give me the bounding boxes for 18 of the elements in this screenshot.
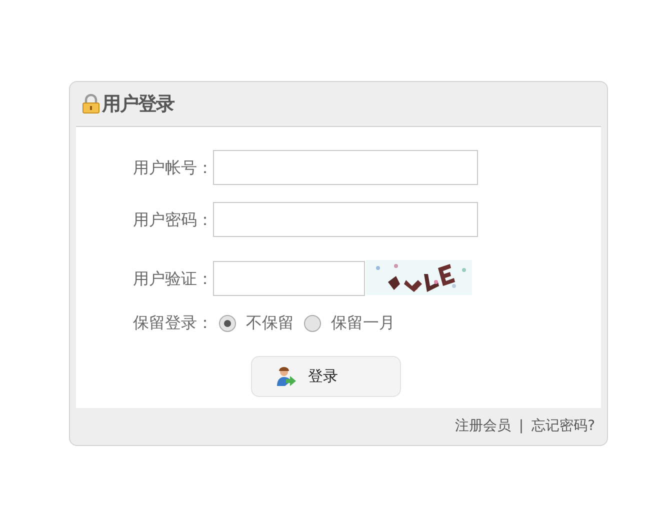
radio-label: 不保留 xyxy=(246,312,294,334)
user-arrow-icon xyxy=(276,366,296,386)
field-label: 用户密码： xyxy=(132,208,213,230)
text-input[interactable] xyxy=(213,202,478,237)
padlock-icon xyxy=(82,94,100,114)
field-label: 用户帐号： xyxy=(132,156,213,178)
captcha-input[interactable] xyxy=(213,261,365,296)
radio-button[interactable] xyxy=(304,314,321,332)
footer-link[interactable]: 注册会员 xyxy=(454,416,511,437)
radio-label: 保留一月 xyxy=(331,312,395,334)
panel-title: 用户登录 xyxy=(102,92,174,117)
footer-link[interactable]: 忘记密码? xyxy=(532,416,595,437)
field-label: 用户验证： xyxy=(132,268,213,290)
remember-label: 保留登录： xyxy=(132,312,213,334)
radio-button[interactable] xyxy=(219,314,236,332)
separator: | xyxy=(518,417,524,436)
text-input[interactable] xyxy=(213,150,478,185)
login-button[interactable]: 登录 xyxy=(251,356,401,397)
